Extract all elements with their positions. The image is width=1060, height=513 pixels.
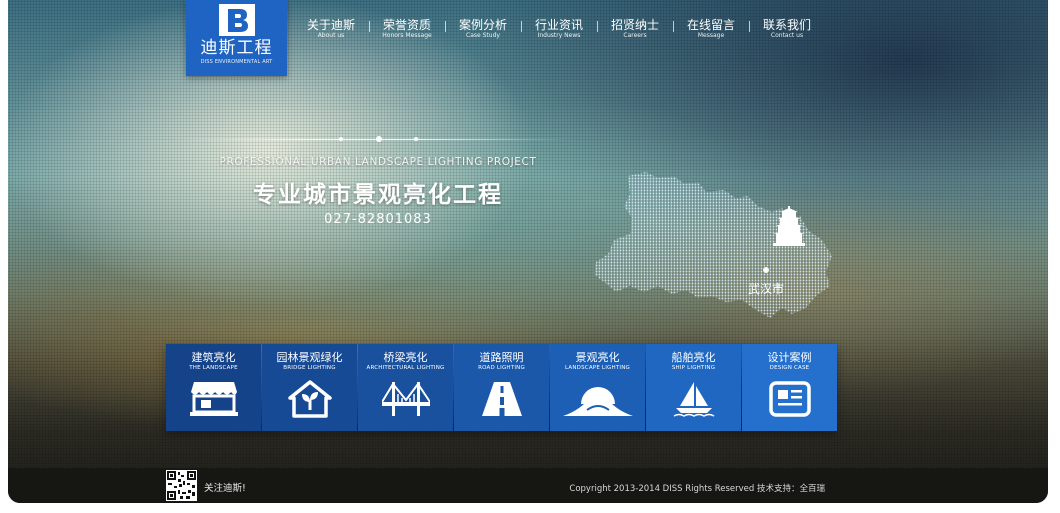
nav-sublabel: Careers xyxy=(623,32,647,39)
bridge-icon xyxy=(381,382,430,416)
tile-subtitle: ARCHITECTURAL LIGHTING xyxy=(366,365,445,371)
hero-phone: 027-82801083 xyxy=(324,212,432,227)
tile-design-case[interactable]: 设计案例 DESIGN CASE xyxy=(742,344,837,431)
tile-bridge[interactable]: 桥梁亮化 ARCHITECTURAL LIGHTING xyxy=(358,344,453,431)
nav-label: 行业资讯 xyxy=(534,18,583,32)
nav-label: 招贤纳士 xyxy=(610,18,659,32)
tile-road[interactable]: 道路照明 ROAD LIGHTING xyxy=(454,344,549,431)
nav-sublabel: Contact us xyxy=(770,32,804,39)
service-tiles: 建筑亮化 THE LANDSCAPE 园林景观绿化 BRIDGE LIGHTIN… xyxy=(166,344,837,431)
tile-subtitle: BRIDGE LIGHTING xyxy=(283,365,336,371)
tile-garden[interactable]: 园林景观绿化 BRIDGE LIGHTING xyxy=(262,344,357,431)
tile-subtitle: DESIGN CASE xyxy=(769,365,810,371)
road-icon xyxy=(481,382,522,416)
tile-title: 园林景观绿化 xyxy=(276,351,343,364)
follow-text: 关注迪斯! xyxy=(204,483,246,494)
nav-item-honors[interactable]: 荣誉资质 Honors Message xyxy=(369,18,445,40)
tile-title: 道路照明 xyxy=(479,351,524,364)
tile-title: 船舶亮化 xyxy=(671,351,716,364)
nav-item-careers[interactable]: 招贤纳士 Careers xyxy=(597,18,673,40)
nav-sublabel: Honors Message xyxy=(382,32,432,39)
nav-sublabel: About us xyxy=(317,32,345,39)
nav-sublabel: Industry News xyxy=(537,32,581,39)
nav-item-contact[interactable]: 联系我们 Contact us xyxy=(749,18,825,40)
nav-label: 荣誉资质 xyxy=(382,18,431,32)
tile-title: 建筑亮化 xyxy=(191,351,236,364)
mountain-sun-icon xyxy=(562,387,633,416)
nav-sublabel: Message xyxy=(697,32,725,39)
copyright: Copyright 2013-2014 DISS Rights Reserved… xyxy=(569,484,825,494)
qr-code-icon[interactable] xyxy=(166,470,197,501)
nav-sublabel: Case Study xyxy=(466,32,500,39)
tile-landscape[interactable]: 景观亮化 LANDSCAPE LIGHTING xyxy=(550,344,645,431)
sailboat-icon xyxy=(673,382,714,417)
hero-divider-line xyxy=(174,139,574,140)
tile-architecture[interactable]: 建筑亮化 THE LANDSCAPE xyxy=(166,344,261,431)
tile-subtitle: THE LANDSCAPE xyxy=(189,365,238,371)
footer: 关注迪斯! Copyright 2013-2014 DISS Rights Re… xyxy=(8,468,1048,503)
logo-b-icon xyxy=(218,4,255,36)
brand-name: 迪斯工程 xyxy=(200,38,273,58)
nav-item-about[interactable]: 关于迪斯 About us xyxy=(293,18,369,40)
nav-label: 案例分析 xyxy=(458,18,507,32)
tile-subtitle: SHIP LIGHTING xyxy=(671,365,716,371)
shop-icon xyxy=(189,382,238,416)
tile-ship[interactable]: 船舶亮化 SHIP LIGHTING xyxy=(646,344,741,431)
hubei-map-icon xyxy=(594,172,832,318)
tile-title: 设计案例 xyxy=(767,351,812,364)
nav-item-case-study[interactable]: 案例分析 Case Study xyxy=(445,18,521,40)
hero-title: 专业城市景观亮化工程 xyxy=(253,182,503,208)
nav-label: 关于迪斯 xyxy=(306,18,355,32)
hero-subtitle: Professional urban landscape lighting pr… xyxy=(219,156,537,168)
divider-dot xyxy=(414,137,418,141)
tile-title: 景观亮化 xyxy=(575,351,620,364)
city-label: 武汉市 xyxy=(748,282,785,296)
main-nav: 关于迪斯 About us 荣誉资质 Honors Message 案例分析 C… xyxy=(293,18,825,40)
divider-dot xyxy=(376,136,382,142)
city-marker xyxy=(763,267,769,273)
tile-subtitle: LANDSCAPE LIGHTING xyxy=(565,365,630,371)
house-plant-icon xyxy=(287,380,332,418)
nav-label: 在线留言 xyxy=(686,18,735,32)
newspaper-icon xyxy=(768,381,811,417)
tile-title: 桥梁亮化 xyxy=(383,351,428,364)
brand-logo[interactable]: 迪斯工程 DISS ENVIRONMENTAL ART xyxy=(186,0,287,76)
nav-item-message[interactable]: 在线留言 Message xyxy=(673,18,749,40)
brand-name-en: DISS ENVIRONMENTAL ART xyxy=(200,59,273,65)
divider-dot xyxy=(339,137,343,141)
nav-label: 联系我们 xyxy=(762,18,811,32)
page-frame: 迪斯工程 DISS ENVIRONMENTAL ART 关于迪斯 About u… xyxy=(8,0,1048,503)
nav-item-news[interactable]: 行业资讯 Industry News xyxy=(521,18,597,40)
tile-subtitle: ROAD LIGHTING xyxy=(478,365,525,371)
